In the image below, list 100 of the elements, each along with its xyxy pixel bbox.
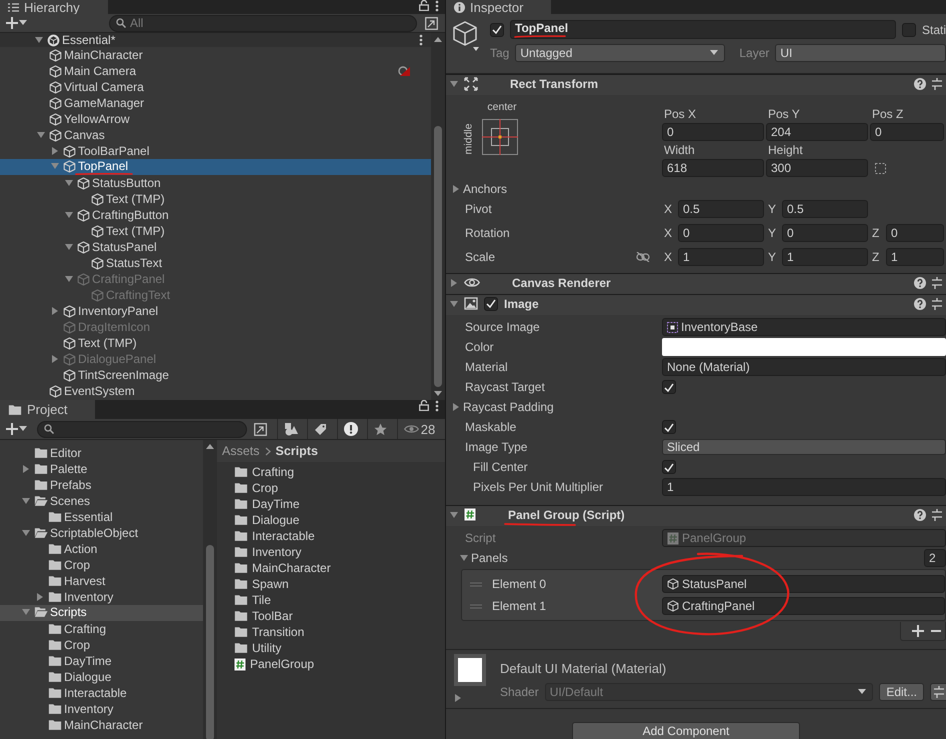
component-header[interactable]: Image xyxy=(446,294,946,315)
foldout-arrow-icon[interactable] xyxy=(454,694,462,702)
scroll-up-icon[interactable] xyxy=(434,37,442,42)
asset-item[interactable]: DayTime xyxy=(217,496,445,512)
scrollbar[interactable] xyxy=(203,440,217,739)
folder-tree-item[interactable]: Palette xyxy=(0,461,203,477)
foldout-arrow-icon[interactable] xyxy=(65,179,73,187)
add-element-button[interactable] xyxy=(909,622,927,640)
component-header[interactable]: Panel Group (Script) xyxy=(446,505,946,526)
preset-icon[interactable] xyxy=(934,686,944,698)
preset-icon[interactable] xyxy=(932,508,942,520)
lock-icon[interactable] xyxy=(419,0,429,11)
search-scope-button[interactable] xyxy=(251,420,269,438)
asset-item[interactable]: ToolBar xyxy=(217,608,445,624)
asset-item[interactable]: Spawn xyxy=(217,576,445,592)
hierarchy-item[interactable]: StatusPanel xyxy=(0,239,431,255)
hierarchy-item[interactable]: GameManager xyxy=(0,95,431,111)
hierarchy-item[interactable]: YellowArrow xyxy=(0,111,431,127)
hierarchy-item[interactable]: ToolBarPanel xyxy=(0,143,431,159)
hierarchy-item[interactable]: Main Camera xyxy=(0,63,431,79)
hierarchy-item[interactable]: Text (TMP) xyxy=(0,223,431,239)
text-field[interactable]: 1 xyxy=(662,478,946,496)
text-field[interactable]: None (Material) xyxy=(662,358,946,376)
folder-tree-item[interactable]: Action xyxy=(0,541,203,557)
preset-icon[interactable] xyxy=(932,298,942,310)
list-size-field[interactable]: 2 xyxy=(924,549,946,567)
create-button[interactable] xyxy=(4,421,29,437)
static-checkbox[interactable] xyxy=(902,22,916,36)
hierarchy-item[interactable]: MainCharacter xyxy=(0,47,431,63)
folder-tree-item[interactable]: DayTime xyxy=(0,653,203,669)
foldout-arrow-icon[interactable] xyxy=(452,185,460,193)
help-icon[interactable] xyxy=(914,276,926,288)
foldout-arrow-icon[interactable] xyxy=(51,307,59,315)
foldout-arrow-icon[interactable] xyxy=(450,300,458,308)
project-tab[interactable]: Project xyxy=(0,400,96,419)
foldout-arrow-icon[interactable] xyxy=(450,278,458,286)
cube-icon[interactable] xyxy=(452,20,480,52)
edit-button[interactable]: Edit... xyxy=(879,683,924,701)
name-field[interactable]: TopPanel xyxy=(510,20,896,39)
asset-item[interactable]: Crafting xyxy=(217,464,445,480)
component-header[interactable]: Rect Transform xyxy=(446,74,946,95)
foldout-arrow-icon[interactable] xyxy=(36,593,44,601)
inspector-tab[interactable]: Inspector xyxy=(446,0,552,14)
breadcrumb-link[interactable]: Assets xyxy=(222,444,260,458)
number-field[interactable]: 0 xyxy=(678,224,764,242)
broken-link-icon[interactable] xyxy=(636,252,650,262)
number-field[interactable]: 204 xyxy=(766,123,868,141)
scroll-down-icon[interactable] xyxy=(434,391,442,396)
number-field[interactable]: 1 xyxy=(678,248,764,266)
layer-dropdown[interactable]: UI xyxy=(775,44,946,62)
number-field[interactable]: 1 xyxy=(782,248,868,266)
enabled-checkbox[interactable] xyxy=(484,296,498,310)
hierarchy-item[interactable]: StatusText xyxy=(0,255,431,271)
folder-tree-item[interactable]: Crop xyxy=(0,637,203,653)
checkbox[interactable] xyxy=(662,460,676,474)
scene-header[interactable]: Essential* xyxy=(0,33,431,47)
folder-tree-item[interactable]: Crop xyxy=(0,557,203,573)
scroll-up-icon[interactable] xyxy=(206,444,214,449)
asset-item[interactable]: Crop xyxy=(217,480,445,496)
foldout-arrow-icon[interactable] xyxy=(22,465,30,473)
menu-icon[interactable] xyxy=(435,400,439,412)
number-field[interactable]: 1 xyxy=(886,248,944,266)
folder-tree-item[interactable]: Harvest xyxy=(0,573,203,589)
foldout-arrow-icon[interactable] xyxy=(460,554,468,562)
foldout-arrow-icon[interactable] xyxy=(450,80,458,88)
checkbox[interactable] xyxy=(662,420,676,434)
folder-tree-item[interactable]: Inventory xyxy=(0,701,203,717)
scrollbar-thumb[interactable] xyxy=(206,545,214,739)
scrollbar[interactable] xyxy=(431,33,445,400)
active-checkbox[interactable] xyxy=(490,22,504,36)
number-field[interactable]: 0.5 xyxy=(782,200,868,218)
menu-icon[interactable] xyxy=(435,0,439,12)
number-field[interactable]: 0 xyxy=(870,123,944,141)
asset-item[interactable]: Tile xyxy=(217,592,445,608)
drag-handle-icon[interactable] xyxy=(470,582,482,586)
foldout-arrow-icon[interactable] xyxy=(35,36,43,44)
folder-tree-item[interactable]: Inventory xyxy=(0,589,203,605)
object-field[interactable]: InventoryBase xyxy=(662,318,946,336)
asset-item[interactable]: Dialogue xyxy=(217,512,445,528)
number-field[interactable]: 0 xyxy=(886,224,944,242)
asset-item[interactable]: PanelGroup xyxy=(217,656,445,672)
foldout-arrow-icon[interactable] xyxy=(37,131,45,139)
number-field[interactable]: 0.5 xyxy=(678,200,764,218)
foldout-arrow-icon[interactable] xyxy=(22,529,30,537)
component-header[interactable]: Canvas Renderer xyxy=(446,273,946,294)
hierarchy-item[interactable]: Canvas xyxy=(0,127,431,143)
number-field[interactable]: 618 xyxy=(662,159,764,177)
asset-item[interactable]: Transition xyxy=(217,624,445,640)
folder-tree-item[interactable]: ScriptableObject xyxy=(0,525,203,541)
anchors-foldout[interactable]: Anchors xyxy=(446,182,662,196)
object-field[interactable]: StatusPanel xyxy=(662,575,945,593)
shader-menu-button[interactable] xyxy=(930,683,946,701)
foldout-arrow-icon[interactable] xyxy=(22,497,30,505)
foldout-arrow-icon[interactable] xyxy=(452,403,460,411)
foldout-arrow-icon[interactable] xyxy=(65,211,73,219)
create-button[interactable] xyxy=(4,15,29,31)
breadcrumb-link[interactable]: Scripts xyxy=(276,444,318,458)
folder-tree-item[interactable]: MainCharacter xyxy=(0,717,203,733)
hierarchy-item[interactable]: Text (TMP) xyxy=(0,335,431,351)
hierarchy-item[interactable]: TopPanel xyxy=(0,159,431,175)
